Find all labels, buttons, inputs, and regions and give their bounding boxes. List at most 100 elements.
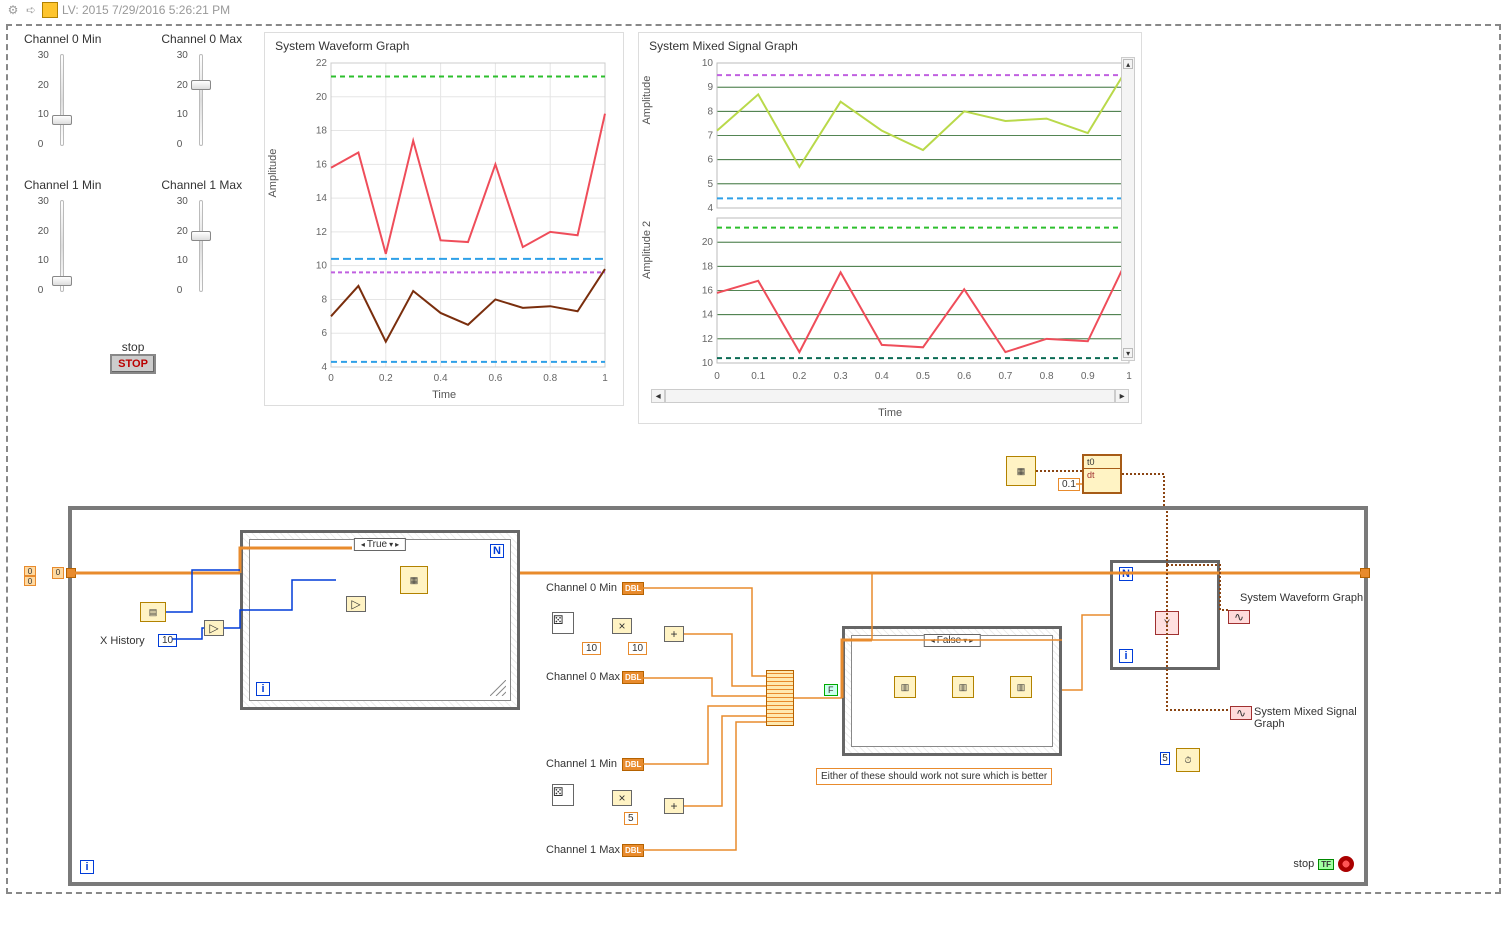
ch1min-terminal: DBL (622, 758, 644, 771)
svg-text:12: 12 (316, 227, 328, 238)
xlabel: Time (271, 389, 617, 401)
slider-ch1min[interactable]: Channel 1 Min 3020100 (24, 178, 101, 296)
xhistory-label: X History (100, 635, 145, 647)
ch1max-terminal: DBL (622, 844, 644, 857)
slider-ch1max[interactable]: Channel 1 Max 3020100 (161, 178, 242, 296)
run-icon[interactable] (42, 2, 58, 18)
slider-label: Channel 0 Max (161, 32, 242, 46)
arrow-icon (24, 3, 38, 17)
ylabel: Amplitude (641, 76, 653, 125)
slider-thumb[interactable] (52, 115, 72, 125)
ch0max-label: Channel 0 Max (546, 671, 620, 683)
svg-text:0.6: 0.6 (957, 371, 971, 382)
for-loop-waveform: N i Y (1110, 560, 1220, 670)
sr-init: 00 (24, 566, 36, 586)
svg-text:0.2: 0.2 (793, 371, 807, 382)
diagram-comment: Either of these should work not sure whi… (816, 768, 1052, 785)
wfgraph-label: System Waveform Graph (1240, 592, 1363, 604)
svg-text:0.4: 0.4 (434, 373, 448, 384)
add-node-2: + (664, 798, 684, 814)
mult-node-2: × (612, 790, 632, 806)
svg-text:0.9: 0.9 (1081, 371, 1095, 382)
svg-text:0.2: 0.2 (379, 373, 393, 384)
svg-text:1: 1 (1126, 371, 1132, 382)
svg-text:0.4: 0.4 (875, 371, 889, 382)
slider-thumb[interactable] (191, 231, 211, 241)
case-true-structure: ◂True▾▸ N i ▷ ▦ (240, 530, 520, 710)
svg-text:7: 7 (708, 131, 714, 142)
iteration-terminal: i (80, 860, 94, 874)
mixedgraph-terminal: ∿ (1230, 706, 1252, 720)
block-diagram: ▦ t0 dt 0.1 i stop TF 00 0 (18, 456, 1489, 882)
svg-text:4: 4 (322, 362, 328, 373)
vscrollbar[interactable]: ▴ ▾ (1121, 57, 1135, 361)
ch0min-label: Channel 0 Min (546, 582, 617, 594)
svg-text:0.3: 0.3 (834, 371, 848, 382)
for-N: N (490, 544, 504, 558)
slider-ch0max[interactable]: Channel 0 Max 3020100 (161, 32, 242, 150)
waveform-const: t0 dt (1082, 454, 1122, 494)
svg-text:0.5: 0.5 (916, 371, 930, 382)
xlabel: Time (645, 407, 1135, 419)
svg-text:10: 10 (316, 261, 328, 272)
inner-while-loop: i stop TF 00 0 ◂True▾▸ N i ▷ (68, 506, 1368, 886)
false-const: F (824, 684, 838, 696)
svg-text:9: 9 (708, 82, 714, 93)
svg-text:8: 8 (322, 294, 328, 305)
const-dt-value: 0.1 (1058, 478, 1080, 491)
wait-const: 5 (1160, 752, 1170, 765)
title-text: LV: 2015 7/29/2016 5:26:21 PM (62, 3, 230, 17)
stop-button[interactable]: STOP (110, 354, 156, 374)
const10-a: 10 (582, 642, 601, 655)
front-panel-area: Channel 0 Min 3020100 Channel 0 Max 3020… (16, 32, 1491, 424)
svg-text:10: 10 (702, 58, 714, 69)
case-selector-true[interactable]: ◂True▾▸ (354, 538, 406, 551)
svg-text:22: 22 (316, 58, 328, 69)
random-node-2: ⚄ (552, 784, 574, 806)
slider-thumb[interactable] (52, 276, 72, 286)
xhistory-const: 10 (158, 634, 177, 647)
mixed-chart: 4567891010121416182000.10.20.30.40.50.60… (685, 57, 1135, 387)
svg-text:20: 20 (316, 92, 328, 103)
build-array-node: ▦ (400, 566, 428, 594)
svg-text:12: 12 (702, 334, 714, 345)
slider-label: Channel 0 Min (24, 32, 101, 46)
waveform-chart-card: System Waveform Graph Amplitude 00.20.40… (264, 32, 624, 406)
wfgraph-terminal: ∿ (1228, 610, 1250, 624)
mixed-chart-card: System Mixed Signal Graph Amplitude Ampl… (638, 32, 1142, 424)
svg-text:0: 0 (328, 373, 334, 384)
ch0max-terminal: DBL (622, 671, 644, 684)
ylabel2: Amplitude 2 (641, 221, 653, 279)
svg-text:18: 18 (702, 261, 714, 272)
svg-text:8: 8 (708, 106, 714, 117)
random-node-1: ⚄ (552, 612, 574, 634)
array-size-node: ▤ (140, 602, 166, 622)
svg-text:6: 6 (708, 155, 714, 166)
build-array-bundle (766, 670, 794, 726)
svg-text:18: 18 (316, 126, 328, 137)
index-array-2: ▥ (1010, 676, 1032, 698)
ch0min-terminal: DBL (622, 582, 644, 595)
svg-text:0.8: 0.8 (543, 373, 557, 384)
while-loop-outer: Channel 0 Min 3020100 Channel 0 Max 3020… (6, 24, 1501, 894)
mult-node-1: × (612, 618, 632, 634)
svg-text:4: 4 (708, 203, 714, 214)
loop-tunnel-right (1360, 568, 1370, 578)
sr-left-init: 0 (52, 567, 64, 579)
svg-text:0.6: 0.6 (489, 373, 503, 384)
svg-text:0: 0 (714, 371, 720, 382)
svg-text:0.1: 0.1 (751, 371, 765, 382)
waveform-chart: 00.20.40.60.8146810121416182022 (301, 57, 611, 387)
slider-thumb[interactable] (191, 80, 211, 90)
case-selector-false[interactable]: ◂False▾▸ (924, 634, 981, 647)
slider-label: Channel 1 Max (161, 178, 242, 192)
svg-text:0.7: 0.7 (999, 371, 1013, 382)
svg-text:5: 5 (708, 179, 714, 190)
ylabel: Amplitude (267, 149, 279, 198)
svg-text:20: 20 (702, 237, 714, 248)
wait-ms-node: ⏱ (1176, 748, 1200, 772)
svg-text:0.8: 0.8 (1040, 371, 1054, 382)
hscrollbar[interactable]: ◂▸ (645, 387, 1135, 405)
svg-text:16: 16 (316, 159, 328, 170)
slider-ch0min[interactable]: Channel 0 Min 3020100 (24, 32, 101, 150)
